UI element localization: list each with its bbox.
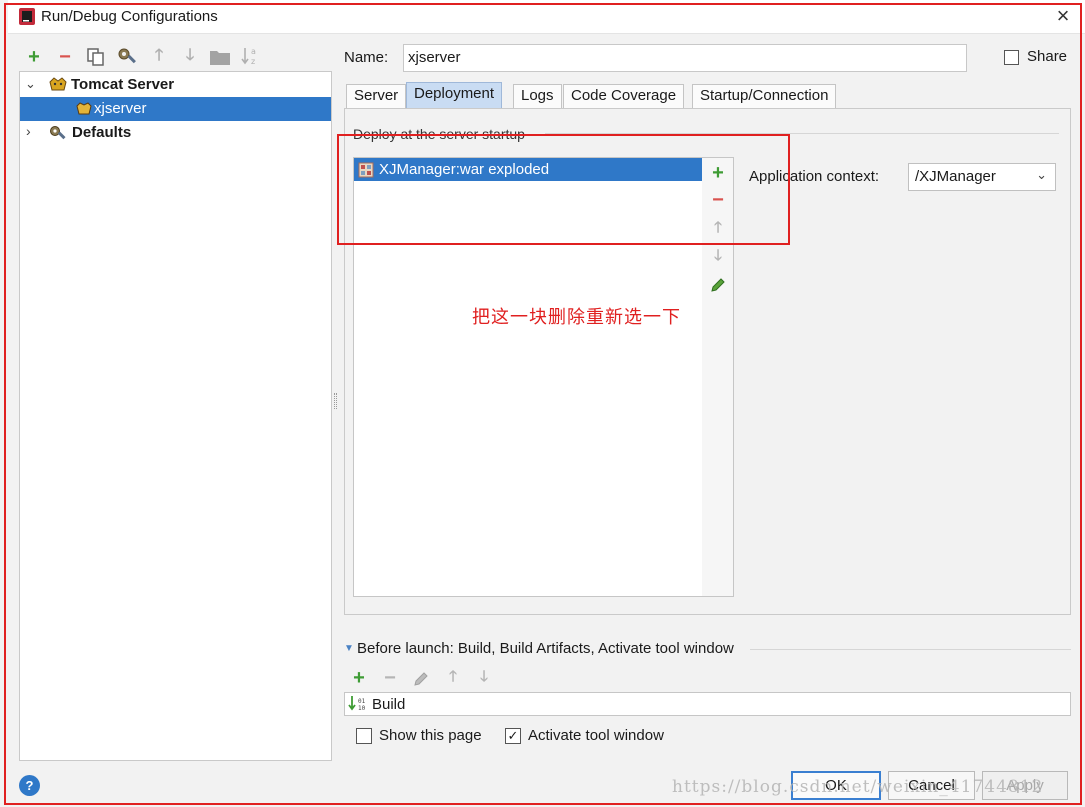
tomcat-config-icon (76, 102, 92, 115)
list-item[interactable]: XJManager:war exploded (354, 158, 702, 181)
collapse-triangle-icon[interactable]: ▼ (344, 643, 354, 654)
svg-text:a: a (251, 47, 256, 56)
move-up-icon[interactable]: 🡑 (707, 218, 729, 240)
tab-code-coverage[interactable]: Code Coverage (563, 84, 685, 108)
show-this-page-label: Show this page (379, 727, 482, 744)
configuration-tree[interactable]: ⌄ Tomcat Server xjserver › Defaults (19, 71, 332, 761)
tab-startup-connection[interactable]: Startup/Connection (692, 84, 837, 108)
run-debug-dialog: Run/Debug Configurations × + − 🡑 🡓 a z ⌄… (0, 0, 1085, 807)
tree-item-defaults[interactable]: › Defaults (20, 121, 331, 145)
build-icon: 01 10 (348, 696, 366, 712)
deploy-section-title: Deploy at the server startup (353, 126, 525, 142)
application-context-value: /XJManager (915, 168, 996, 185)
sort-icon[interactable]: a z (240, 45, 262, 67)
window-title: Run/Debug Configurations (41, 8, 218, 25)
section-divider (750, 649, 1071, 650)
svg-text:z: z (251, 57, 255, 66)
chevron-right-icon[interactable]: › (26, 123, 31, 139)
share-label: Share (1027, 48, 1068, 65)
activate-tool-window-checkbox[interactable]: ✓ (505, 728, 521, 744)
artifact-icon (358, 162, 374, 177)
tree-child-label: xjserver (94, 100, 147, 117)
artifact-label: XJManager:war exploded (379, 161, 550, 178)
name-label: Name: (344, 49, 389, 66)
chevron-down-icon[interactable]: ⌄ (1036, 167, 1047, 183)
move-down-icon[interactable]: 🡓 (178, 45, 202, 69)
move-down-icon[interactable]: 🡓 (472, 666, 496, 690)
share-checkbox[interactable] (1004, 50, 1019, 65)
close-button[interactable]: × (1050, 4, 1076, 30)
move-up-icon[interactable]: 🡑 (441, 666, 465, 690)
name-input[interactable]: xjserver (403, 44, 967, 72)
edit-defaults-icon[interactable] (116, 46, 138, 68)
defaults-wrench-icon (50, 126, 66, 140)
edit-pencil-icon[interactable] (410, 668, 432, 690)
move-down-icon[interactable]: 🡓 (707, 246, 729, 268)
add-icon[interactable]: + (347, 666, 371, 690)
tree-item-tomcat-server[interactable]: ⌄ Tomcat Server (20, 73, 331, 97)
chevron-down-icon[interactable]: ⌄ (25, 76, 36, 92)
tab-deployment[interactable]: Deployment (406, 82, 503, 108)
tomcat-icon (49, 77, 67, 91)
help-button[interactable]: ? (19, 775, 40, 796)
deployment-list[interactable]: XJManager:war exploded (353, 157, 703, 597)
activate-tool-window-label: Activate tool window (528, 727, 664, 744)
application-context-label: Application context: (749, 168, 880, 185)
intellij-app-icon (19, 8, 35, 25)
before-launch-list[interactable]: 01 10 Build (344, 692, 1071, 716)
add-icon[interactable]: + (22, 45, 46, 69)
deployment-side-toolbar: + − 🡑 🡓 (702, 157, 734, 597)
application-context-select[interactable]: /XJManager ⌄ (908, 163, 1056, 191)
build-item-label: Build (372, 695, 406, 713)
tab-logs[interactable]: Logs (513, 84, 562, 108)
annotation-text: 把这一块删除重新选一下 (472, 307, 681, 328)
tree-defaults-label: Defaults (72, 124, 132, 141)
copy-icon[interactable] (86, 47, 106, 67)
splitter-handle[interactable] (334, 393, 337, 409)
remove-icon[interactable]: − (53, 45, 77, 69)
svg-text:01: 01 (358, 698, 366, 705)
watermark-text: https://blog.csdn.net/weixin_41744812 (672, 777, 1044, 797)
tree-item-xjserver[interactable]: xjserver (20, 97, 331, 121)
show-this-page-checkbox[interactable] (356, 728, 372, 744)
edit-pencil-icon[interactable] (707, 274, 729, 296)
tree-group-label: Tomcat Server (71, 76, 175, 93)
remove-icon[interactable]: − (707, 189, 729, 211)
folder-icon[interactable] (209, 48, 231, 66)
svg-text:10: 10 (358, 705, 366, 712)
tab-server[interactable]: Server (346, 84, 407, 108)
remove-icon[interactable]: − (378, 666, 402, 690)
add-icon[interactable]: + (707, 162, 729, 184)
section-divider (545, 133, 1059, 134)
before-launch-label[interactable]: Before launch: Build, Build Artifacts, A… (357, 640, 734, 657)
move-up-icon[interactable]: 🡑 (147, 45, 171, 69)
